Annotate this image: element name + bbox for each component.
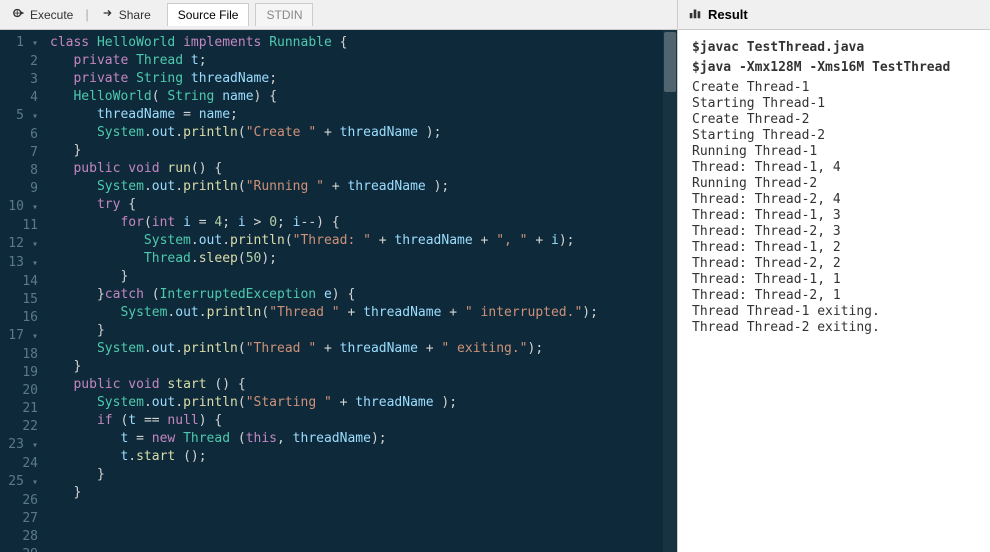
result-line: Thread: Thread-2, 3 [692,224,976,240]
result-line: Create Thread-2 [692,112,976,128]
code-editor[interactable]: 1 ▾2345 ▾678910 ▾1112 ▾13 ▾14151617 ▾181… [0,30,677,552]
bar-chart-icon [688,6,702,23]
result-line: Create Thread-1 [692,80,976,96]
result-line: Thread: Thread-1, 2 [692,240,976,256]
gear-play-icon [12,6,26,23]
result-line: Starting Thread-2 [692,128,976,144]
result-line: Thread: Thread-2, 1 [692,288,976,304]
result-line: Thread Thread-2 exiting. [692,320,976,336]
tab-source-file[interactable]: Source File [167,3,250,26]
toolbar-separator: | [85,7,88,22]
result-line: Thread: Thread-2, 4 [692,192,976,208]
code-area[interactable]: class HelloWorld implements Runnable { p… [44,30,677,552]
result-output: $javac TestThread.java $java -Xmx128M -Xm… [678,30,990,552]
share-icon [101,6,115,23]
execute-label: Execute [30,8,73,22]
result-line: Thread: Thread-2, 2 [692,256,976,272]
share-label: Share [119,8,151,22]
result-panel: Result $javac TestThread.java $java -Xmx1… [678,0,990,552]
result-line: Thread: Thread-1, 4 [692,160,976,176]
result-line: Running Thread-2 [692,176,976,192]
result-line: Starting Thread-1 [692,96,976,112]
tab-stdin[interactable]: STDIN [255,3,313,26]
execute-button[interactable]: Execute [4,3,81,26]
tab-bar: Source FileSTDIN [161,7,314,22]
line-gutter: 1 ▾2345 ▾678910 ▾1112 ▾13 ▾14151617 ▾181… [0,30,44,552]
result-title: Result [708,7,748,22]
result-command: $java -Xmx128M -Xms16M TestThread [692,60,976,76]
toolbar: Execute | Share Source FileSTDIN [0,0,677,30]
vertical-scrollbar[interactable] [663,30,677,552]
scroll-thumb[interactable] [664,32,676,92]
result-line: Thread Thread-1 exiting. [692,304,976,320]
result-line: Thread: Thread-1, 3 [692,208,976,224]
result-header: Result [678,0,990,30]
result-command: $javac TestThread.java [692,40,976,56]
editor-panel: Execute | Share Source FileSTDIN 1 ▾2345… [0,0,678,552]
result-line: Thread: Thread-1, 1 [692,272,976,288]
result-line: Running Thread-1 [692,144,976,160]
share-button[interactable]: Share [93,3,159,26]
